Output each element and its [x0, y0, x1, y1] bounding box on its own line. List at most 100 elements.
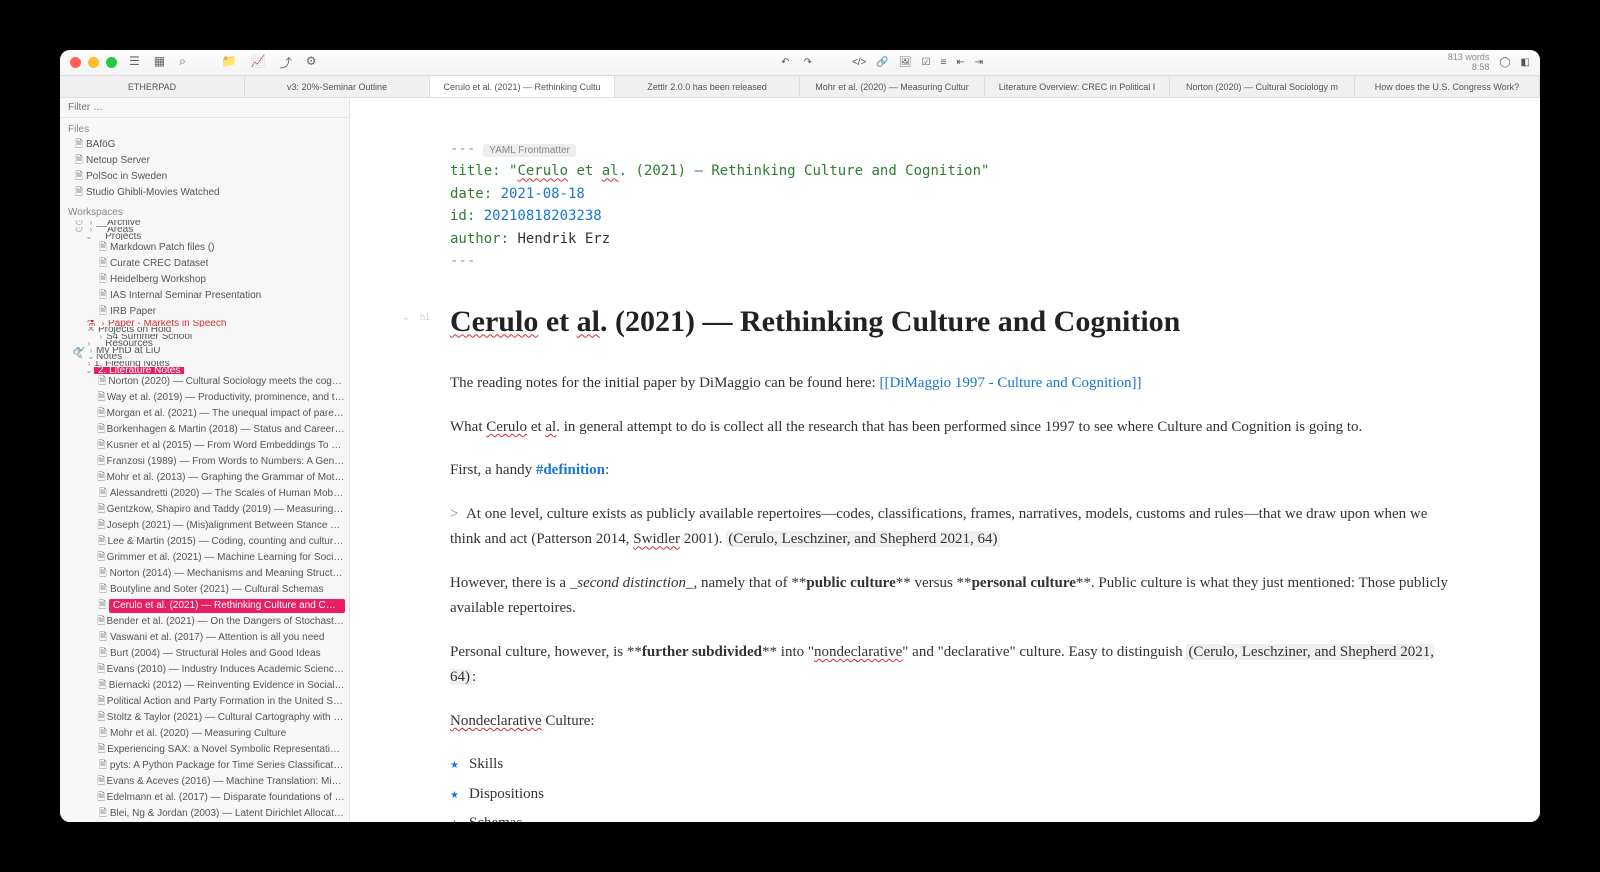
layout-icon[interactable]: ▦: [154, 54, 165, 71]
file-item[interactable]: 🗎Evans (2010) — Industry Induces Academi…: [60, 662, 349, 678]
bullet-list: SkillsDispositionsSchemasPrototypes: [450, 752, 1460, 822]
workspace-areas[interactable]: ⏱›__Areas: [60, 227, 349, 234]
titlebar: ☰ ▦ ⌕ 📁 📈 ⤴ ⚙ ↶ ↷ </> 🔗 🖼 ☑ ≡ ⇤ ⇥ 813 wo…: [60, 50, 1540, 76]
sidebar-toggle-icon[interactable]: ☰: [129, 54, 140, 71]
list-item: Dispositions: [450, 782, 1460, 808]
file-item[interactable]: 🗎Evans & Aceves (2016) — Machine Transla…: [60, 774, 349, 790]
editor[interactable]: ---YAML Frontmatter title: "Cerulo et al…: [350, 98, 1540, 822]
workspace-paper-markets[interactable]: ⚗›Paper - Markets in Speech: [60, 320, 349, 327]
file-icon: 🗎: [72, 154, 86, 168]
toolbar-format: </> 🔗 🖼 ☑ ≡ ⇤ ⇥: [852, 57, 983, 68]
file-item[interactable]: 🗎Netcup Server: [60, 153, 349, 169]
pomodoro-icon[interactable]: ◯: [1499, 57, 1510, 68]
workspace-notes[interactable]: ✎⌄Notes: [60, 354, 349, 361]
flask-icon: ⚗: [84, 320, 98, 327]
close-icon[interactable]: [70, 57, 81, 68]
settings-icon[interactable]: ⚙: [306, 54, 317, 71]
workspace-s4[interactable]: ›S4 Summer School: [60, 334, 349, 341]
image-icon[interactable]: 🖼: [899, 57, 912, 68]
list-icon[interactable]: ≡: [941, 57, 947, 68]
next-icon[interactable]: ↷: [804, 57, 812, 68]
file-item[interactable]: 🗎Way et al. (2019) — Productivity, promi…: [60, 390, 349, 406]
file-item[interactable]: 🗎Edelmann et al. (2017) — Disparate foun…: [60, 790, 349, 806]
tab[interactable]: Mohr et al. (2020) — Measuring Cultur: [800, 76, 985, 97]
indent-left-icon[interactable]: ⇤: [956, 57, 964, 68]
chevron-down-icon[interactable]: ⌄: [402, 312, 410, 323]
file-item[interactable]: 🗎Biernacki (2012) — Reinventing Evidence…: [60, 678, 349, 694]
file-item[interactable]: 🗎Boutyline and Soter (2021) — Cultural S…: [60, 582, 349, 598]
file-item[interactable]: 🗎Burt (2004) — Structural Holes and Good…: [60, 646, 349, 662]
file-item[interactable]: 🗎PolSoc in Sweden: [60, 169, 349, 185]
file-icon: 🗎: [96, 305, 110, 319]
file-icon: 🗎: [96, 241, 110, 255]
file-item[interactable]: 🗎Joseph (2021) — (Mis)alignment Between …: [60, 518, 349, 534]
tab[interactable]: v3: 20%-Seminar Outline: [245, 76, 430, 97]
list-item: Schemas: [450, 811, 1460, 822]
file-item[interactable]: 🗎Kusner et al (2015) — From Word Embeddi…: [60, 438, 349, 454]
right-panel-icon[interactable]: ◧: [1521, 57, 1530, 68]
file-item[interactable]: 🗎BAföG: [60, 137, 349, 153]
file-item[interactable]: 🗎Curate CREC Dataset: [60, 256, 349, 272]
workspace-projects-hold[interactable]: ✕Projects on Hold: [60, 327, 349, 334]
filter-input[interactable]: [68, 102, 341, 113]
search-icon[interactable]: ⌕: [179, 54, 186, 71]
citation[interactable]: (Cerulo, Leschziner, and Shepherd 2021, …: [726, 531, 999, 547]
chevron-down-icon: ⌄: [86, 354, 96, 361]
prev-icon[interactable]: ↶: [781, 57, 789, 68]
file-item[interactable]: 🗎Franzosi (1989) — From Words to Numbers…: [60, 454, 349, 470]
file-item[interactable]: 🗎Norton (2014) — Mechanisms and Meaning …: [60, 566, 349, 582]
indent-right-icon[interactable]: ⇥: [975, 57, 983, 68]
tab[interactable]: Zettlr 2.0.0 has been released: [615, 76, 800, 97]
file-item[interactable]: 🗎pyts: A Python Package for Time Series …: [60, 758, 349, 774]
folder-icon[interactable]: 📁: [222, 54, 237, 71]
file-icon: 🗎: [96, 727, 110, 741]
stats-icon[interactable]: 📈: [251, 54, 266, 71]
file-item[interactable]: 🗎Mohr et al. (2013) — Graphing the Gramm…: [60, 470, 349, 486]
file-icon: 🗎: [96, 423, 107, 437]
file-item[interactable]: 🗎Mohr et al. (2020) — Measuring Culture: [60, 726, 349, 742]
tab[interactable]: Cerulo et al. (2021) — Rethinking Cultu: [430, 76, 615, 97]
file-item[interactable]: 🗎Alessandretti (2020) — The Scales of Hu…: [60, 486, 349, 502]
file-icon: 🗎: [72, 186, 86, 200]
workspace-resources[interactable]: ›__Resources: [60, 340, 349, 347]
tab[interactable]: Norton (2020) — Cultural Sociology m: [1170, 76, 1355, 97]
task-icon[interactable]: ☑: [922, 57, 931, 68]
file-item[interactable]: 🗎Morgan et al. (2021) — The unequal impa…: [60, 406, 349, 422]
file-item[interactable]: 🗎Studio Ghibli-Movies Watched: [60, 185, 349, 201]
file-item[interactable]: 🗎IAS Internal Seminar Presentation: [60, 288, 349, 304]
file-icon: 🗎: [96, 679, 109, 693]
tab[interactable]: How does the U.S. Congress Work?: [1355, 76, 1540, 97]
maximize-icon[interactable]: [106, 57, 117, 68]
file-item[interactable]: 🗎Bender et al. (2021) — On the Dangers o…: [60, 614, 349, 630]
tag[interactable]: #definition: [536, 462, 605, 478]
file-item[interactable]: 🗎Markdown Patch files (): [60, 240, 349, 256]
file-item[interactable]: 🗎Gentzkow, Shapiro and Taddy (2019) — Me…: [60, 502, 349, 518]
file-item[interactable]: 🗎Borkenhagen & Martin (2018) — Status an…: [60, 422, 349, 438]
wikilink[interactable]: [[DiMaggio 1997 - Culture and Cognition]…: [879, 375, 1141, 391]
file-item[interactable]: 🗎Experiencing SAX: a Novel Symbolic Repr…: [60, 742, 349, 758]
file-item[interactable]: 🗎Blei, Ng & Jordan (2003) — Latent Diric…: [60, 806, 349, 822]
minimize-icon[interactable]: [88, 57, 99, 68]
workspace-phd[interactable]: 🔗›My PhD at LiU: [60, 347, 349, 354]
file-item[interactable]: 🗎Political Action and Party Formation in…: [60, 694, 349, 710]
link-icon[interactable]: 🔗: [876, 57, 888, 68]
file-icon: 🗎: [96, 407, 107, 421]
file-icon: 🗎: [96, 487, 110, 501]
file-item[interactable]: 🗎Lee & Martin (2015) — Coding, counting …: [60, 534, 349, 550]
workspace-projects[interactable]: ⌄__Projects: [60, 233, 349, 240]
tab[interactable]: Literature Overview: CREC in Political I: [985, 76, 1170, 97]
tab[interactable]: ETHERPAD: [60, 76, 245, 97]
file-item[interactable]: 🗎Norton (2020) — Cultural Sociology meet…: [60, 374, 349, 390]
file-item[interactable]: 🗎Stoltz & Taylor (2021) — Cultural Carto…: [60, 710, 349, 726]
share-icon[interactable]: ⤴: [280, 54, 292, 71]
file-item[interactable]: 🗎Cerulo et al. (2021) — Rethinking Cultu…: [60, 598, 349, 614]
folder-literature[interactable]: ⌄2. Literature Notes: [60, 367, 349, 374]
file-item[interactable]: 🗎Grimmer et al. (2021) — Machine Learnin…: [60, 550, 349, 566]
file-item[interactable]: 🗎Heidelberg Workshop: [60, 272, 349, 288]
file-item[interactable]: 🗎IRB Paper: [60, 304, 349, 320]
workspace-archive[interactable]: ⏱›__Archive: [60, 220, 349, 227]
code-icon[interactable]: </>: [852, 57, 866, 68]
file-icon: 🗎: [96, 439, 107, 453]
folder-fleeting[interactable]: ›1. Fleeting Notes: [60, 361, 349, 368]
file-item[interactable]: 🗎Vaswani et al. (2017) — Attention is al…: [60, 630, 349, 646]
